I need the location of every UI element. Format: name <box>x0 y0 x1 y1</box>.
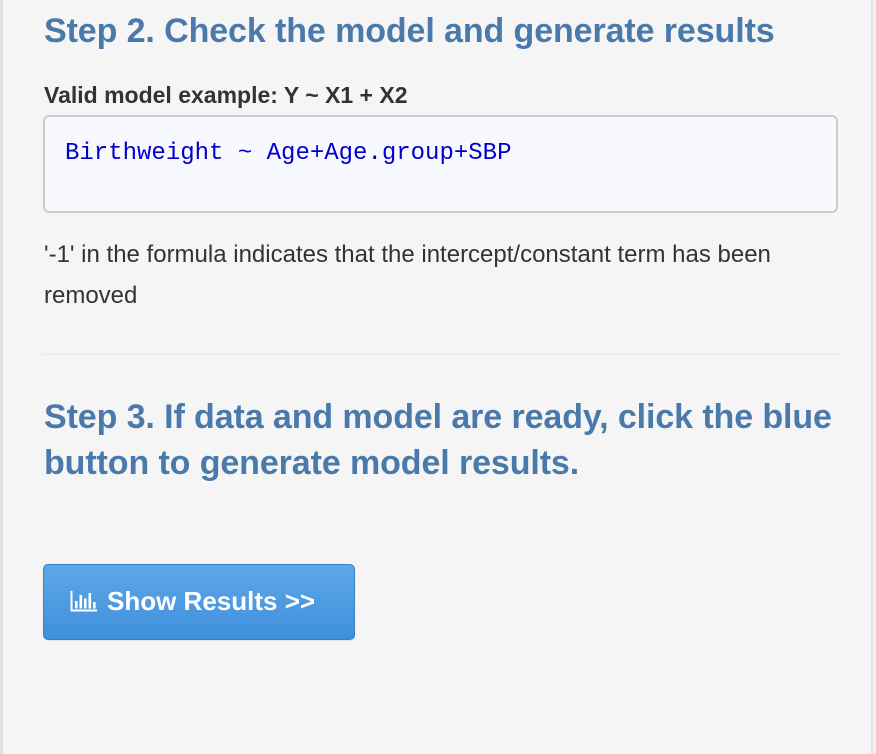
step2-heading: Step 2. Check the model and generate res… <box>44 12 775 50</box>
show-results-button[interactable]: Show Results >> <box>43 564 355 640</box>
step3-heading: Step 3. If data and model are ready, cli… <box>44 398 832 482</box>
model-formula-box[interactable]: Birthweight ~ Age+Age.group+SBP <box>43 115 838 213</box>
intercept-note: '-1' in the formula indicates that the i… <box>44 241 771 309</box>
section-divider <box>43 354 838 355</box>
bar-chart-icon <box>70 590 98 612</box>
main-panel: Step 2. Check the model and generate res… <box>0 0 873 754</box>
show-results-label: Show Results >> <box>107 585 316 616</box>
model-example-label: Valid model example: Y ~ X1 + X2 <box>44 82 408 108</box>
model-formula-text: Birthweight ~ Age+Age.group+SBP <box>65 140 512 167</box>
